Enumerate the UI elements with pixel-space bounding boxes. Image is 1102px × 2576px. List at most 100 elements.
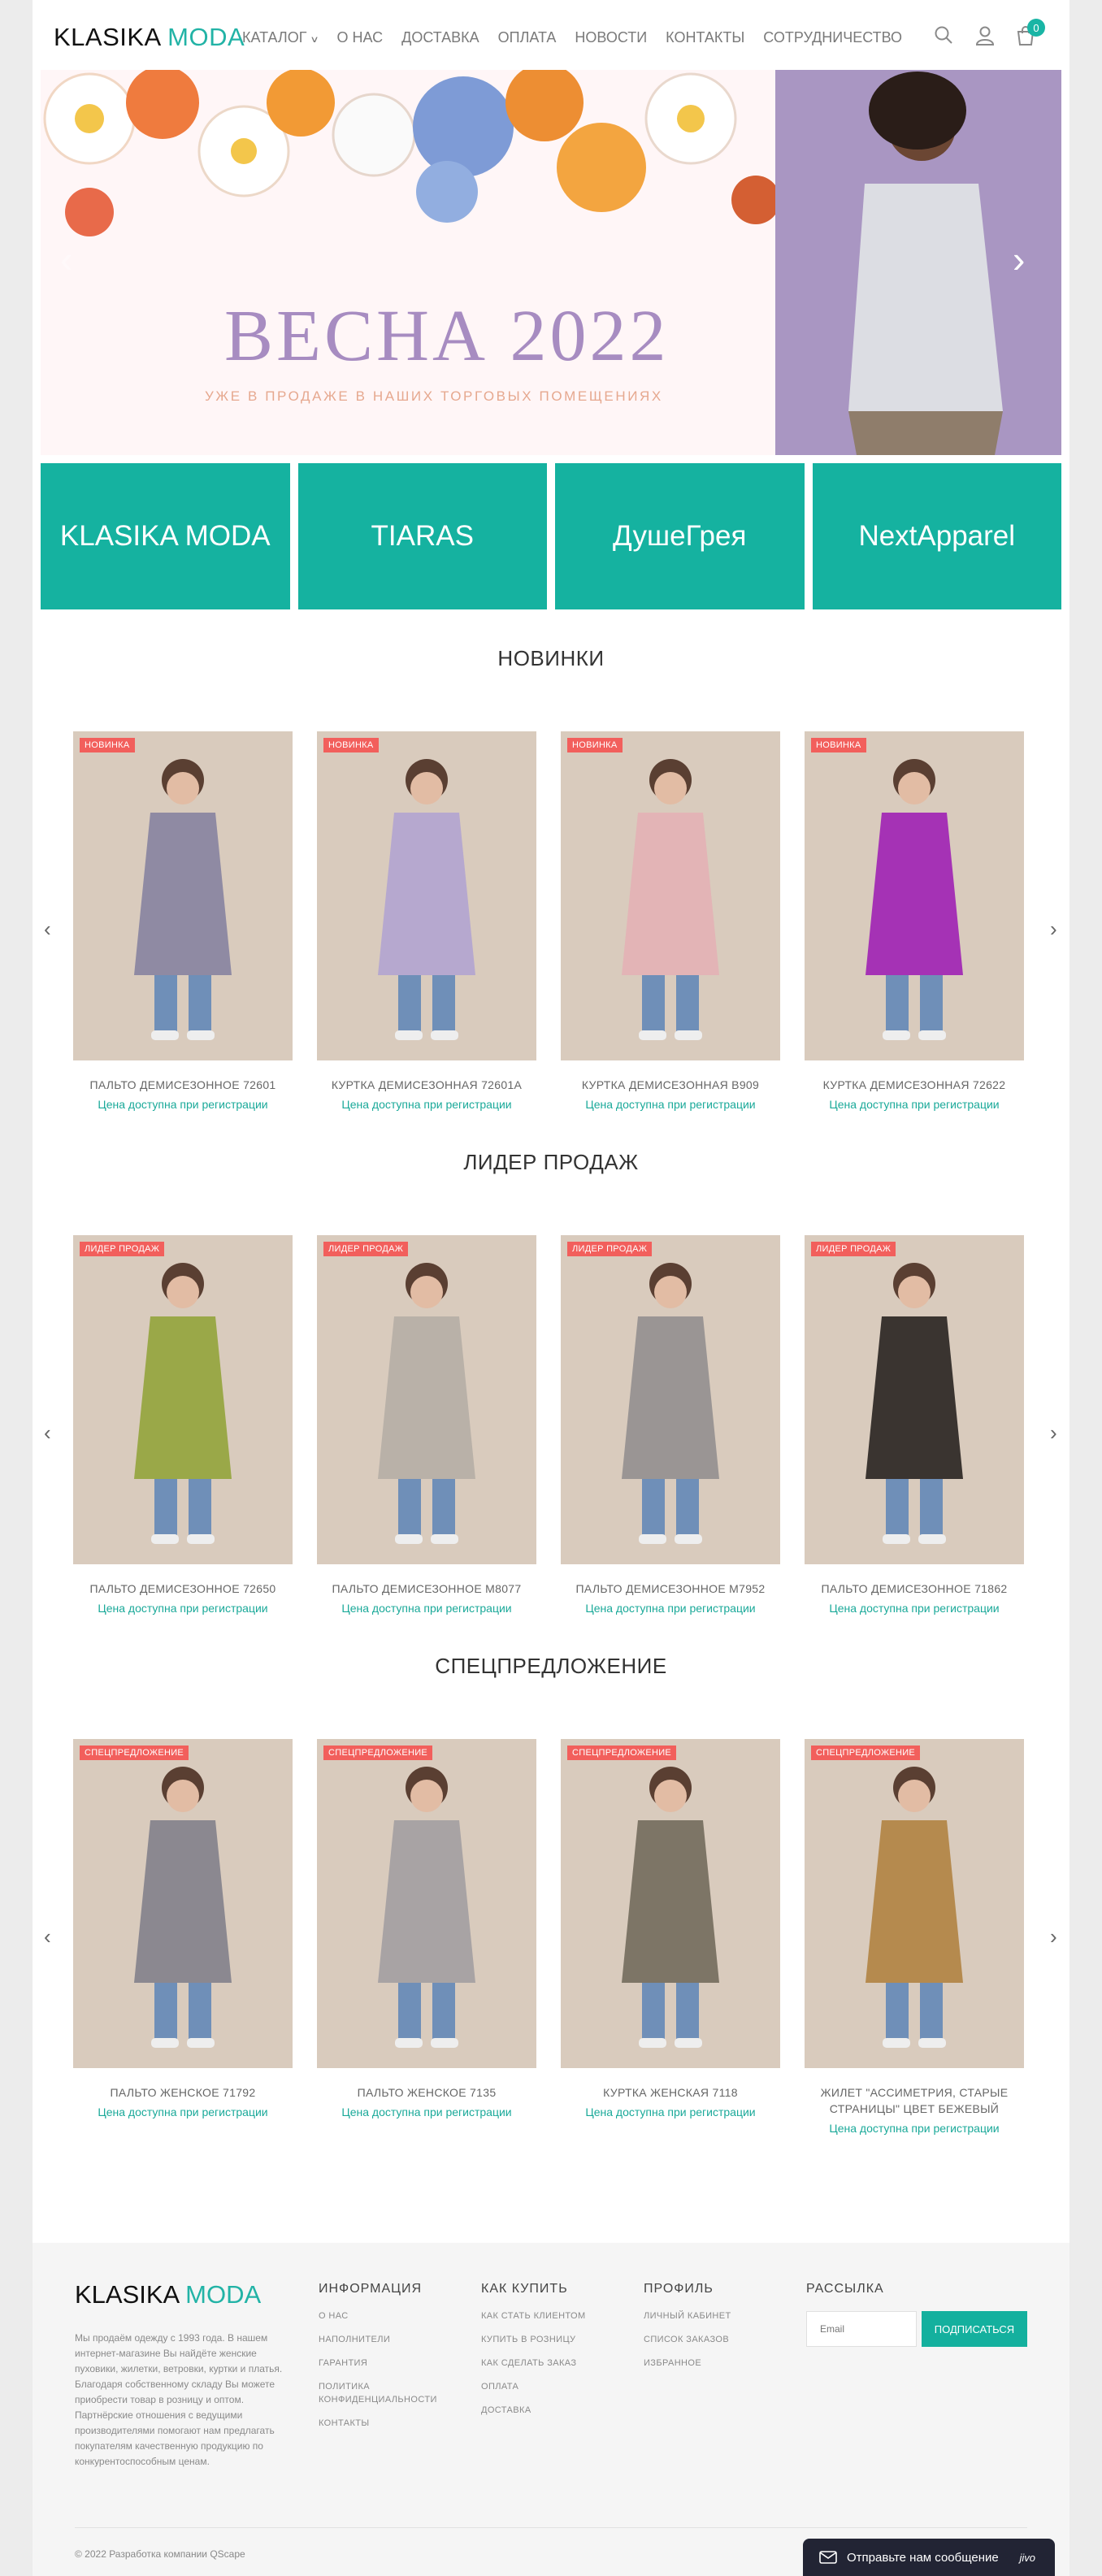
product-name[interactable]: ЖИЛЕТ "АССИМЕТРИЯ, СТАРЫЕ СТРАНИЦЫ" ЦВЕТ… [805, 2084, 1024, 2117]
product-card[interactable]: ЛИДЕР ПРОДАЖ ПАЛЬТО ДЕМИСЕЗОННОЕ М8077 Цен… [317, 1235, 536, 1615]
product-name[interactable]: ПАЛЬТО ДЕМИСЕЗОННОЕ 72650 [73, 1581, 293, 1597]
banner-next-arrow[interactable]: › [1013, 241, 1025, 278]
cart-icon[interactable]: 0 [1014, 19, 1045, 47]
chat-widget-button[interactable]: Отправьте нам сообщение jivo [803, 2539, 1055, 2576]
product-image[interactable]: СПЕЦПРЕДЛОЖЕНИЕ [73, 1739, 293, 2068]
banner-subtitle: УЖЕ В ПРОДАЖЕ В НАШИХ ТОРГОВЫХ ПОМЕЩЕНИЯ… [205, 388, 663, 404]
product-card[interactable]: СПЕЦПРЕДЛОЖЕНИЕ ЖИЛЕТ "АССИМЕТРИЯ, СТАРЫЕ… [805, 1739, 1024, 2135]
product-image[interactable]: СПЕЦПРЕДЛОЖЕНИЕ [805, 1739, 1024, 2068]
product-card[interactable]: НОВИНКА КУРТКА ДЕМИСЕЗОННАЯ В909 Цена дост… [561, 731, 780, 1111]
nav-delivery[interactable]: ДОСТАВКА [401, 29, 479, 46]
footer-link[interactable]: ПОЛИТИКА КОНФИДЕНЦИАЛЬНОСТИ [319, 2380, 449, 2406]
footer-about-text: Мы продаём одежду с 1993 года. В нашем и… [75, 2332, 283, 2467]
product-image[interactable]: ЛИДЕР ПРОДАЖ [561, 1235, 780, 1564]
product-image[interactable]: НОВИНКА [317, 731, 536, 1060]
brand-tile-nextapparel[interactable]: NextApparel [812, 463, 1061, 609]
main-nav: КАТАЛОГ ∨ О НАС ДОСТАВКА ОПЛАТА НОВОСТИ К… [242, 29, 902, 46]
product-name[interactable]: ПАЛЬТО ДЕМИСЕЗОННОЕ 71862 [805, 1581, 1024, 1597]
footer-link[interactable]: СПИСОК ЗАКАЗОВ [644, 2333, 774, 2346]
product-card[interactable]: НОВИНКА ПАЛЬТО ДЕМИСЕЗОННОЕ 72601 Цена дос… [73, 731, 293, 1111]
subscribe-button[interactable]: ПОДПИСАТЬСЯ [922, 2311, 1027, 2347]
product-price-note: Цена доступна при регистрации [341, 2105, 512, 2118]
brand-tile-dushegreya[interactable]: ДушеГрея [555, 463, 805, 609]
carousel-prev-arrow[interactable]: ‹ [44, 1926, 51, 1947]
nav-news[interactable]: НОВОСТИ [575, 29, 647, 46]
section-title-bestsellers: ЛИДЕР ПРОДАЖ [463, 1150, 639, 1174]
product-image[interactable]: СПЕЦПРЕДЛОЖЕНИЕ [561, 1739, 780, 2068]
cart-count-badge: 0 [1027, 19, 1045, 37]
product-image[interactable]: ЛИДЕР ПРОДАЖ [805, 1235, 1024, 1564]
product-price-note: Цена доступна при регистрации [829, 1602, 1000, 1615]
product-card[interactable]: СПЕЦПРЕДЛОЖЕНИЕ ПАЛЬТО ЖЕНСКОЕ 71792 Цена … [73, 1739, 293, 2135]
footer-link[interactable]: КАК СДЕЛАТЬ ЗАКАЗ [481, 2357, 611, 2370]
copyright-text: © 2022 Разработка компании QScape [75, 2548, 245, 2560]
header-icons: 0 [933, 19, 1045, 47]
product-name[interactable]: ПАЛЬТО ДЕМИСЕЗОННОЕ М7952 [561, 1581, 780, 1597]
product-carousel-new: НОВИНКА ПАЛЬТО ДЕМИСЕЗОННОЕ 72601 Цена дос… [73, 731, 1029, 1111]
brand-tile-tiaras[interactable]: TIARAS [297, 463, 547, 609]
footer-link[interactable]: КОНТАКТЫ [319, 2417, 449, 2430]
banner-prev-arrow[interactable]: ‹ [60, 241, 72, 278]
logo-part-1: KLASIKA [54, 23, 161, 51]
footer-link[interactable]: О НАС [319, 2309, 449, 2322]
product-name[interactable]: ПАЛЬТО ЖЕНСКОЕ 7135 [317, 2084, 536, 2101]
carousel-next-arrow[interactable]: › [1050, 918, 1057, 939]
product-card[interactable]: ЛИДЕР ПРОДАЖ ПАЛЬТО ДЕМИСЕЗОННОЕ 71862 Цен… [805, 1235, 1024, 1615]
product-badge: ЛИДЕР ПРОДАЖ [80, 1242, 165, 1256]
carousel-prev-arrow[interactable]: ‹ [44, 1422, 51, 1443]
product-image[interactable]: НОВИНКА [561, 731, 780, 1060]
product-name[interactable]: КУРТКА ДЕМИСЕЗОННАЯ 72622 [805, 1077, 1024, 1093]
product-price-note: Цена доступна при регистрации [98, 2105, 268, 2118]
brand-tiles: KLASIKA MODA TIARAS ДушеГрея NextApparel [41, 463, 1061, 609]
footer-link[interactable]: КУПИТЬ В РОЗНИЦУ [481, 2333, 611, 2346]
nav-about[interactable]: О НАС [337, 29, 384, 46]
product-price-note: Цена доступна при регистрации [98, 1602, 268, 1615]
newsletter-email-input[interactable] [806, 2311, 917, 2347]
brand-tile-klasika[interactable]: KLASIKA MODA [41, 463, 290, 609]
product-name[interactable]: КУРТКА ДЕМИСЕЗОННАЯ В909 [561, 1077, 780, 1093]
product-card[interactable]: НОВИНКА КУРТКА ДЕМИСЕЗОННАЯ 72622 Цена дос… [805, 731, 1024, 1111]
product-price-note: Цена доступна при регистрации [585, 2105, 756, 2118]
footer-logo-part-2: MODA [185, 2280, 262, 2309]
user-icon[interactable] [974, 24, 996, 47]
carousel-prev-arrow[interactable]: ‹ [44, 918, 51, 939]
footer-column-title: КАК КУПИТЬ [481, 2282, 568, 2296]
footer-link[interactable]: ИЗБРАННОЕ [644, 2357, 774, 2370]
footer-link[interactable]: ГАРАНТИЯ [319, 2357, 449, 2370]
product-image[interactable]: ЛИДЕР ПРОДАЖ [317, 1235, 536, 1564]
product-card[interactable]: ЛИДЕР ПРОДАЖ ПАЛЬТО ДЕМИСЕЗОННОЕ 72650 Цен… [73, 1235, 293, 1615]
product-image[interactable]: НОВИНКА [73, 731, 293, 1060]
product-name[interactable]: КУРТКА ДЕМИСЕЗОННАЯ 72601А [317, 1077, 536, 1093]
product-badge: НОВИНКА [80, 738, 135, 752]
product-image[interactable]: НОВИНКА [805, 731, 1024, 1060]
footer-link[interactable]: ДОСТАВКА [481, 2404, 611, 2417]
footer-logo[interactable]: KLASIKA MODA [75, 2280, 261, 2309]
product-name[interactable]: ПАЛЬТО ЖЕНСКОЕ 71792 [73, 2084, 293, 2101]
nav-contacts[interactable]: КОНТАКТЫ [666, 29, 744, 46]
product-name[interactable]: ПАЛЬТО ДЕМИСЕЗОННОЕ М8077 [317, 1581, 536, 1597]
product-card[interactable]: НОВИНКА КУРТКА ДЕМИСЕЗОННАЯ 72601А Цена до… [317, 731, 536, 1111]
site-logo[interactable]: KLASIKA MODA [54, 23, 245, 52]
product-card[interactable]: СПЕЦПРЕДЛОЖЕНИЕ ПАЛЬТО ЖЕНСКОЕ 7135 Цена д… [317, 1739, 536, 2135]
site-footer: KLASIKA MODA Мы продаём одежду с 1993 го… [33, 2243, 1069, 2576]
nav-catalog[interactable]: КАТАЛОГ ∨ [242, 29, 319, 46]
footer-column-newsletter: РАССЫЛКА [806, 2282, 884, 2309]
product-name[interactable]: КУРТКА ЖЕНСКАЯ 7118 [561, 2084, 780, 2101]
product-card[interactable]: СПЕЦПРЕДЛОЖЕНИЕ КУРТКА ЖЕНСКАЯ 7118 Цена д… [561, 1739, 780, 2135]
footer-link[interactable]: КАК СТАТЬ КЛИЕНТОМ [481, 2309, 611, 2322]
nav-cooperation[interactable]: СОТРУДНИЧЕСТВО [763, 29, 902, 46]
footer-column-title: ПРОФИЛЬ [644, 2282, 714, 2296]
footer-link[interactable]: ЛИЧНЫЙ КАБИНЕТ [644, 2309, 774, 2322]
search-icon[interactable] [933, 24, 956, 47]
nav-payment[interactable]: ОПЛАТА [498, 29, 557, 46]
product-card[interactable]: ЛИДЕР ПРОДАЖ ПАЛЬТО ДЕМИСЕЗОННОЕ М7952 Цен… [561, 1235, 780, 1615]
product-image[interactable]: ЛИДЕР ПРОДАЖ [73, 1235, 293, 1564]
product-image[interactable]: СПЕЦПРЕДЛОЖЕНИЕ [317, 1739, 536, 2068]
hero-banner[interactable]: ВЕСНА 2022 УЖЕ В ПРОДАЖЕ В НАШИХ ТОРГОВЫ… [41, 70, 1061, 455]
carousel-next-arrow[interactable]: › [1050, 1422, 1057, 1443]
carousel-next-arrow[interactable]: › [1050, 1926, 1057, 1947]
newsletter-title: РАССЫЛКА [806, 2282, 884, 2296]
footer-link[interactable]: ОПЛАТА [481, 2380, 611, 2393]
footer-link[interactable]: НАПОЛНИТЕЛИ [319, 2333, 449, 2346]
product-name[interactable]: ПАЛЬТО ДЕМИСЕЗОННОЕ 72601 [73, 1077, 293, 1093]
